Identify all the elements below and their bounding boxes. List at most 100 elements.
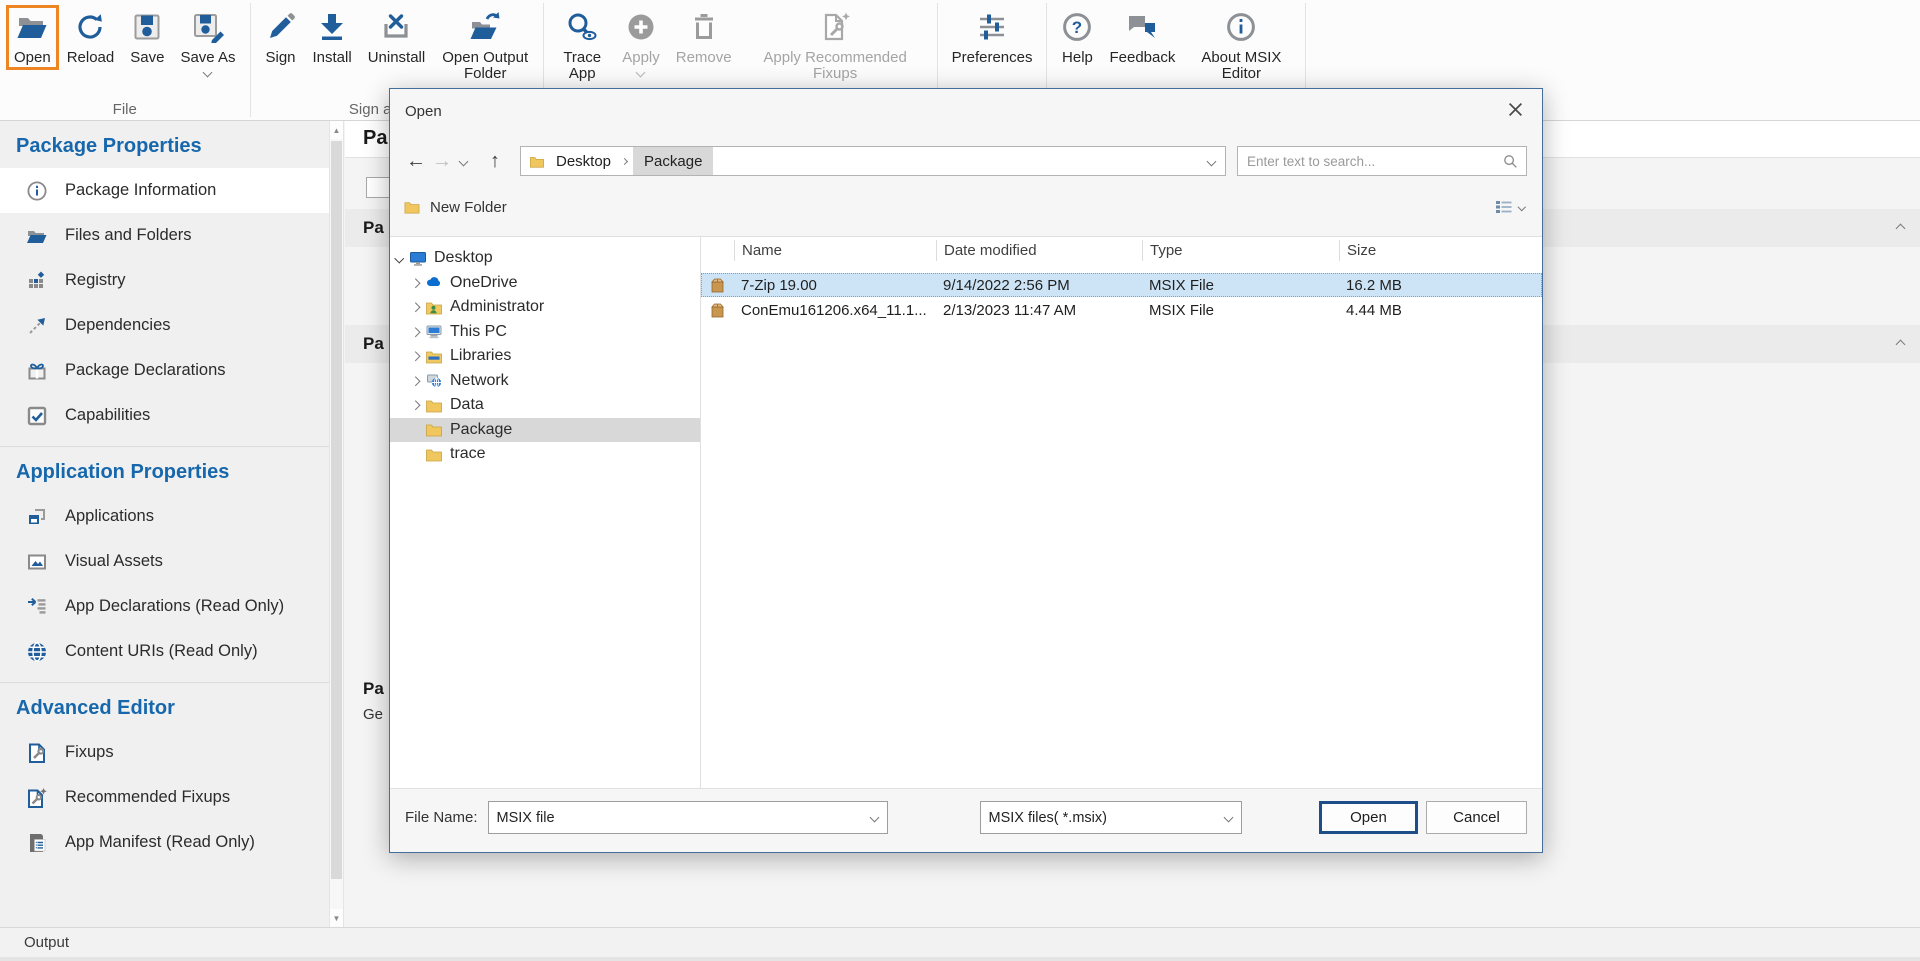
search-input[interactable]: [1238, 154, 1503, 169]
output-label[interactable]: Output: [24, 934, 69, 951]
tree-item-administrator[interactable]: Administrator: [390, 295, 700, 320]
address-breadcrumb-bar[interactable]: Desktop Package: [520, 146, 1226, 176]
tree-item-package[interactable]: Package: [390, 418, 700, 443]
breadcrumb-segment-desktop[interactable]: Desktop: [545, 147, 622, 175]
file-list-pane: Name Date modified Type Size 7-Zip 19.00…: [701, 237, 1542, 788]
sidebar-item-content-uris[interactable]: Content URIs (Read Only): [0, 629, 329, 674]
file-row-7zip[interactable]: 7-Zip 19.00 9/14/2022 2:56 PM MSIX File …: [701, 273, 1542, 297]
collapse-chevron-icon[interactable]: [1896, 224, 1906, 234]
tree-item-desktop[interactable]: Desktop: [390, 246, 700, 271]
feedback-button[interactable]: Feedback: [1101, 5, 1183, 68]
about-msix-editor-button[interactable]: About MSIX Editor: [1183, 5, 1299, 84]
install-button[interactable]: Install: [305, 5, 360, 68]
file-name-input[interactable]: [489, 810, 871, 826]
sidebar-item-app-declarations[interactable]: App Declarations (Read Only): [0, 584, 329, 629]
apply-dropdown-icon[interactable]: [636, 68, 646, 78]
apply-button[interactable]: Apply: [614, 5, 668, 78]
open-file-dialog: Open ← → ↑ Desktop Package: [389, 88, 1543, 853]
tree-collapsed-chevron-icon[interactable]: [411, 401, 420, 410]
tree-item-onedrive[interactable]: OneDrive: [390, 271, 700, 296]
save-button[interactable]: Save: [122, 5, 172, 68]
dialog-cancel-button[interactable]: Cancel: [1426, 801, 1527, 834]
sidebar-item-package-information[interactable]: Package Information: [0, 168, 329, 213]
tree-item-data[interactable]: Data: [390, 393, 700, 418]
view-options-dropdown-icon[interactable]: [1517, 203, 1525, 211]
file-size-cell: 16.2 MB: [1339, 277, 1542, 294]
file-row-conemu[interactable]: ConEmu161206.x64_11.1... 2/13/2023 11:47…: [701, 298, 1542, 322]
recommended-fixup-document-icon: [26, 787, 48, 809]
sidebar-item-dependencies[interactable]: Dependencies: [0, 303, 329, 348]
open-button[interactable]: Open: [6, 5, 59, 70]
onedrive-cloud-icon: [425, 274, 443, 291]
scrollbar-down-arrow[interactable]: ▼: [330, 909, 343, 927]
back-button[interactable]: ←: [403, 150, 429, 173]
ribbon-group-file: Open Reload Save Save As: [0, 0, 250, 120]
tree-item-network[interactable]: Network: [390, 369, 700, 394]
file-name-dropdown-icon[interactable]: [869, 813, 879, 823]
new-folder-button[interactable]: New Folder: [403, 199, 507, 216]
apply-recommended-fixups-button[interactable]: Apply Recommended Fixups: [740, 5, 931, 84]
open-output-folder-button[interactable]: Open Output Folder: [433, 5, 537, 84]
about-msix-editor-button-label: About MSIX Editor: [1191, 50, 1291, 82]
address-dropdown-icon[interactable]: [1207, 156, 1217, 166]
view-options-button[interactable]: [1490, 196, 1530, 218]
folder-icon: [425, 421, 443, 438]
sidebar-item-package-declarations[interactable]: Package Declarations: [0, 348, 329, 393]
remove-button[interactable]: Remove: [668, 5, 740, 68]
uninstall-button-label: Uninstall: [368, 50, 426, 66]
open-button-label: Open: [1350, 809, 1387, 826]
breadcrumb-chevron-icon[interactable]: [621, 157, 628, 164]
history-dropdown-icon[interactable]: [459, 156, 469, 166]
file-type-dropdown-icon[interactable]: [1223, 813, 1233, 823]
sidebar-item-recommended-fixups[interactable]: Recommended Fixups: [0, 775, 329, 820]
column-header-icon[interactable]: [701, 240, 734, 261]
column-header-date-modified[interactable]: Date modified: [936, 240, 1142, 261]
preferences-button[interactable]: Preferences: [944, 5, 1041, 68]
file-name-combobox[interactable]: [488, 801, 888, 834]
tree-item-trace[interactable]: trace: [390, 442, 700, 467]
file-type-combobox[interactable]: MSIX files( *.msix): [980, 801, 1242, 834]
tree-item-this-pc[interactable]: This PC: [390, 320, 700, 345]
trace-app-button[interactable]: Trace App: [550, 5, 614, 84]
breadcrumb-segment-package[interactable]: Package: [633, 147, 713, 175]
tree-collapsed-chevron-icon[interactable]: [411, 303, 420, 312]
tree-collapsed-chevron-icon[interactable]: [411, 327, 420, 336]
tree-collapsed-chevron-icon[interactable]: [411, 352, 420, 361]
forward-button[interactable]: →: [429, 150, 455, 173]
sidebar-item-fixups[interactable]: Fixups: [0, 730, 329, 775]
sidebar-item-files-and-folders[interactable]: Files and Folders: [0, 213, 329, 258]
tree-item-libraries[interactable]: Libraries: [390, 344, 700, 369]
fixup-document-icon: [26, 742, 48, 764]
sidebar-item-visual-assets[interactable]: Visual Assets: [0, 539, 329, 584]
file-name-label: File Name:: [405, 809, 478, 826]
save-as-dropdown-icon[interactable]: [203, 68, 213, 78]
tree-collapsed-chevron-icon[interactable]: [411, 376, 420, 385]
sidebar-item-app-manifest[interactable]: App Manifest (Read Only): [0, 820, 329, 865]
sidebar-item-capabilities[interactable]: Capabilities: [0, 393, 329, 438]
install-button-label: Install: [313, 50, 352, 66]
column-header-type[interactable]: Type: [1142, 240, 1339, 261]
uninstall-button[interactable]: Uninstall: [360, 5, 434, 68]
close-button[interactable]: [1496, 97, 1534, 127]
up-button[interactable]: ↑: [482, 150, 508, 173]
help-button[interactable]: ? Help: [1053, 5, 1101, 68]
sidebar-item-applications[interactable]: Applications: [0, 494, 329, 539]
sign-button[interactable]: Sign: [257, 5, 305, 68]
reload-button[interactable]: Reload: [59, 5, 123, 68]
save-as-button[interactable]: Save As: [172, 5, 243, 78]
collapse-chevron-icon[interactable]: [1896, 340, 1906, 350]
breadcrumb-folder-icon: [529, 154, 545, 169]
column-header-name[interactable]: Name: [734, 240, 936, 261]
open-output-folder-button-label: Open Output Folder: [441, 50, 529, 82]
scrollbar-thumb[interactable]: [331, 141, 342, 879]
sidebar-scrollbar[interactable]: ▲ ▼: [329, 121, 344, 927]
section-label: Pa: [363, 334, 390, 354]
column-header-size[interactable]: Size: [1339, 240, 1542, 261]
search-icon[interactable]: [1503, 154, 1518, 169]
save-icon: [131, 8, 163, 46]
scrollbar-up-arrow[interactable]: ▲: [330, 121, 343, 139]
tree-expanded-chevron-icon[interactable]: [395, 254, 404, 263]
sidebar-item-registry[interactable]: Registry: [0, 258, 329, 303]
tree-collapsed-chevron-icon[interactable]: [411, 278, 420, 287]
dialog-open-button[interactable]: Open: [1319, 801, 1418, 834]
